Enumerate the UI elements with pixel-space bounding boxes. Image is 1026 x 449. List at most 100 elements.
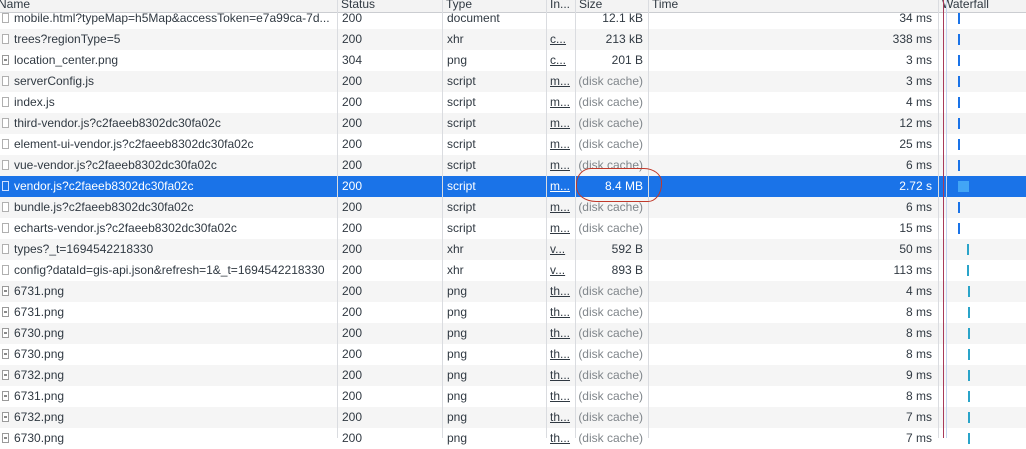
table-row[interactable]: third-vendor.js?c2faeeb8302dc30fa02c 200 s…: [0, 113, 1026, 134]
column-header-initiator[interactable]: In...: [546, 0, 575, 12]
request-initiator[interactable]: c...: [546, 29, 575, 50]
request-name[interactable]: index.js: [0, 92, 337, 113]
request-initiator[interactable]: m...: [546, 92, 575, 113]
table-row[interactable]: 6731.png 200 png th... (disk cache) 8 ms: [0, 302, 1026, 323]
initiator-link[interactable]: th...: [550, 368, 570, 382]
request-initiator[interactable]: th...: [546, 302, 575, 323]
request-name[interactable]: third-vendor.js?c2faeeb8302dc30fa02c: [0, 113, 337, 134]
table-row[interactable]: index.js 200 script m... (disk cache) 4 ms: [0, 92, 1026, 113]
request-initiator[interactable]: th...: [546, 386, 575, 407]
request-name[interactable]: trees?regionType=5: [0, 29, 337, 50]
request-name[interactable]: 6731.png: [0, 386, 337, 407]
initiator-link[interactable]: th...: [550, 431, 570, 445]
table-row[interactable]: vue-vendor.js?c2faeeb8302dc30fa02c 200 scr…: [0, 155, 1026, 176]
initiator-link[interactable]: th...: [550, 326, 570, 340]
table-row[interactable]: config?dataId=gis-api.json&refresh=1&_t=…: [0, 260, 1026, 281]
request-status: 200: [342, 158, 363, 172]
table-row[interactable]: 6732.png 200 png th... (disk cache) 7 ms: [0, 407, 1026, 428]
request-name[interactable]: types?_t=1694542218330: [0, 239, 337, 260]
request-name[interactable]: 6732.png: [0, 407, 337, 428]
request-name[interactable]: config?dataId=gis-api.json&refresh=1&_t=…: [0, 260, 337, 281]
column-header-status[interactable]: Status: [337, 0, 442, 12]
table-row[interactable]: 6732.png 200 png th... (disk cache) 9 ms: [0, 365, 1026, 386]
initiator-link[interactable]: m...: [550, 200, 570, 214]
request-initiator[interactable]: th...: [546, 407, 575, 428]
request-name[interactable]: vue-vendor.js?c2faeeb8302dc30fa02c: [0, 155, 337, 176]
request-name[interactable]: 6730.png: [0, 323, 337, 344]
request-type: xhr: [447, 242, 464, 256]
table-row[interactable]: 6730.png 200 png th... (disk cache) 8 ms: [0, 344, 1026, 365]
request-initiator[interactable]: th...: [546, 344, 575, 365]
table-row[interactable]: 6730.png 200 png th... (disk cache) 7 ms: [0, 428, 1026, 449]
column-header-time[interactable]: Time: [648, 0, 938, 12]
table-row[interactable]: types?_t=1694542218330 200 xhr v... 592 B 50 …: [0, 239, 1026, 260]
request-name[interactable]: 6731.png: [0, 302, 337, 323]
column-divider[interactable]: [938, 0, 939, 438]
initiator-link[interactable]: m...: [550, 137, 570, 151]
initiator-link[interactable]: th...: [550, 305, 570, 319]
column-divider[interactable]: [575, 0, 576, 438]
request-initiator[interactable]: th...: [546, 428, 575, 449]
request-time: 338 ms: [892, 32, 932, 46]
column-divider[interactable]: [442, 0, 443, 438]
request-time: 7 ms: [905, 431, 932, 445]
request-name[interactable]: bundle.js?c2faeeb8302dc30fa02c: [0, 197, 337, 218]
column-divider[interactable]: [546, 0, 547, 438]
initiator-link[interactable]: c...: [550, 32, 566, 46]
initiator-link[interactable]: m...: [550, 74, 570, 88]
request-initiator[interactable]: v...: [546, 239, 575, 260]
request-initiator[interactable]: m...: [546, 197, 575, 218]
request-initiator[interactable]: th...: [546, 323, 575, 344]
table-row[interactable]: echarts-vendor.js?c2faeeb8302dc30fa02c 20…: [0, 218, 1026, 239]
request-initiator[interactable]: c...: [546, 50, 575, 71]
column-header-waterfall[interactable]: Waterfall: [938, 0, 1026, 12]
request-name[interactable]: 6732.png: [0, 365, 337, 386]
table-row-selected[interactable]: vendor.js?c2faeeb8302dc30fa02c 200 script m…: [0, 176, 1026, 197]
initiator-link[interactable]: m...: [550, 221, 570, 235]
table-row[interactable]: 6731.png 200 png th... (disk cache) 4 ms: [0, 281, 1026, 302]
column-divider[interactable]: [337, 0, 338, 438]
request-initiator[interactable]: m...: [546, 113, 575, 134]
initiator-link[interactable]: v...: [550, 263, 565, 277]
column-header-type[interactable]: Type: [442, 0, 546, 12]
request-initiator[interactable]: m...: [546, 218, 575, 239]
initiator-link[interactable]: m...: [550, 95, 570, 109]
request-name[interactable]: vendor.js?c2faeeb8302dc30fa02c: [0, 176, 337, 197]
table-row[interactable]: 6731.png 200 png th... (disk cache) 8 ms: [0, 386, 1026, 407]
table-row[interactable]: trees?regionType=5 200 xhr c... 213 kB 338 ms: [0, 29, 1026, 50]
table-row[interactable]: element-ui-vendor.js?c2faeeb8302dc30fa02…: [0, 134, 1026, 155]
initiator-link[interactable]: m...: [550, 158, 570, 172]
request-name[interactable]: 6730.png: [0, 344, 337, 365]
request-initiator[interactable]: m...: [546, 134, 575, 155]
initiator-link[interactable]: m...: [550, 116, 570, 130]
request-initiator[interactable]: v...: [546, 260, 575, 281]
request-initiator[interactable]: m...: [546, 71, 575, 92]
request-initiator[interactable]: m...: [546, 176, 575, 197]
request-name[interactable]: echarts-vendor.js?c2faeeb8302dc30fa02c: [0, 218, 337, 239]
request-name[interactable]: 6731.png: [0, 281, 337, 302]
request-name[interactable]: serverConfig.js: [0, 71, 337, 92]
initiator-link[interactable]: th...: [550, 410, 570, 424]
column-divider[interactable]: [648, 0, 649, 438]
table-row[interactable]: bundle.js?c2faeeb8302dc30fa02c 200 script m…: [0, 197, 1026, 218]
request-name[interactable]: element-ui-vendor.js?c2faeeb8302dc30fa02…: [0, 134, 337, 155]
request-initiator[interactable]: th...: [546, 365, 575, 386]
initiator-link[interactable]: th...: [550, 284, 570, 298]
request-initiator[interactable]: th...: [546, 281, 575, 302]
request-size: (disk cache): [578, 410, 643, 424]
table-row[interactable]: location_center.png 304 png c... 201 B 3 ms: [0, 50, 1026, 71]
initiator-link[interactable]: v...: [550, 242, 565, 256]
request-initiator[interactable]: m...: [546, 155, 575, 176]
initiator-link[interactable]: th...: [550, 389, 570, 403]
column-header-size[interactable]: Size: [575, 0, 648, 12]
initiator-link[interactable]: m...: [550, 179, 570, 193]
initiator-link[interactable]: th...: [550, 347, 570, 361]
request-size: (disk cache): [578, 347, 643, 361]
initiator-link[interactable]: c...: [550, 53, 566, 67]
column-header-name[interactable]: Name: [0, 0, 337, 12]
table-row[interactable]: serverConfig.js 200 script m... (disk cache)…: [0, 71, 1026, 92]
domcontentloaded-marker: [946, 0, 947, 438]
request-name[interactable]: 6730.png: [0, 428, 337, 449]
request-name[interactable]: location_center.png: [0, 50, 337, 71]
table-row[interactable]: 6730.png 200 png th... (disk cache) 8 ms: [0, 323, 1026, 344]
